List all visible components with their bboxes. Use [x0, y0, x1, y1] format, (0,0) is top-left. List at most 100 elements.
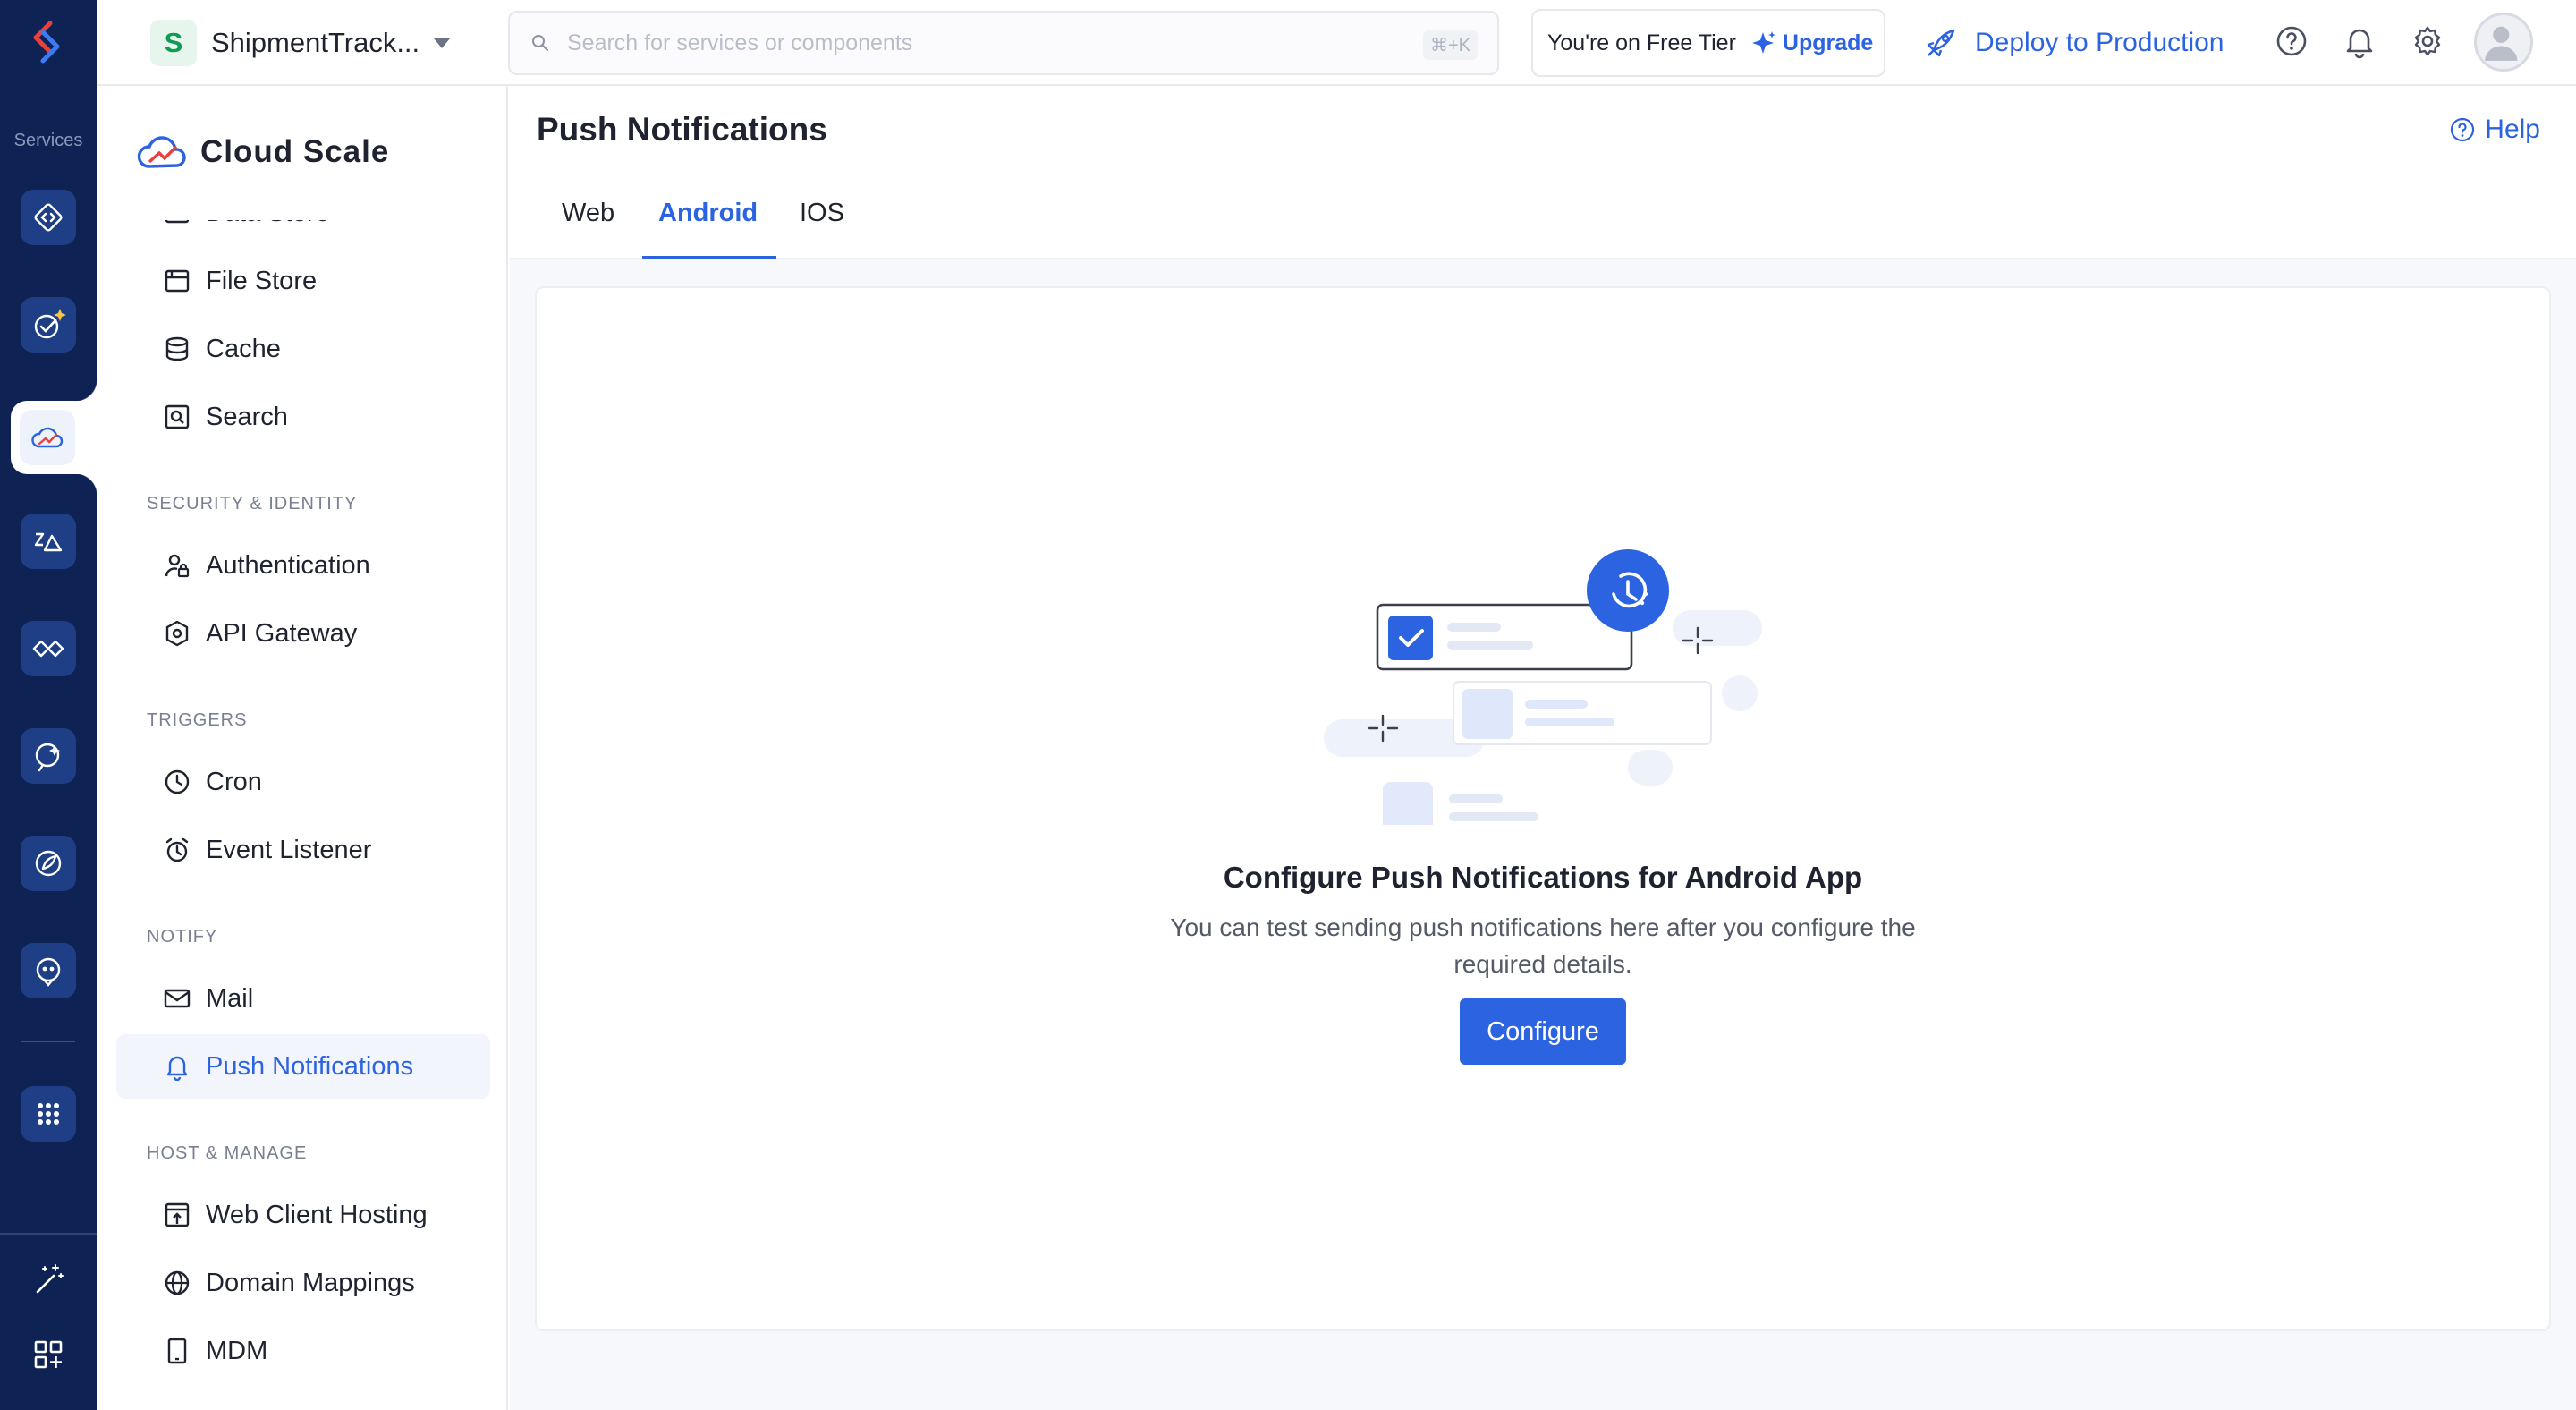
- sidebar-title: Cloud Scale: [200, 134, 390, 169]
- user-icon: [2485, 26, 2518, 61]
- sidebar-item-authentication[interactable]: Authentication: [116, 533, 490, 598]
- sidebar-item-label: Event Listener: [206, 835, 372, 864]
- sidebar-item-cache[interactable]: Cache: [116, 317, 490, 381]
- page-header: Push Notifications Help Web Android IOS: [510, 86, 2576, 259]
- rail-item-cloud-scale[interactable]: [20, 410, 75, 465]
- add-widget-icon[interactable]: [30, 1337, 66, 1372]
- rail-section-label: Services: [13, 131, 83, 150]
- cloud-scale-icon: [31, 427, 64, 448]
- tablet-icon: [167, 1338, 187, 1364]
- empty-state-description: You can test sending push notifications …: [1170, 913, 1916, 978]
- handshake-icon: [32, 640, 64, 658]
- upload-window-icon: [165, 1202, 190, 1227]
- globe-icon: [165, 1270, 190, 1295]
- search-icon: [532, 35, 548, 51]
- sidebar-item-file-store[interactable]: File Store: [116, 249, 490, 313]
- user-avatar[interactable]: [2474, 13, 2533, 72]
- rail-item-code[interactable]: [21, 190, 76, 245]
- tier-text: You're on Free Tier: [1547, 30, 1736, 55]
- apps-grid-icon: [38, 1103, 59, 1125]
- mountains-icon: [34, 532, 63, 552]
- sidebar-scroll-mask: [97, 190, 506, 220]
- sidebar-item-label: Search: [206, 402, 288, 431]
- upgrade-link[interactable]: Upgrade: [1750, 30, 1873, 56]
- sidebar-item-mail[interactable]: Mail: [116, 966, 490, 1031]
- rail-divider: [21, 1041, 75, 1042]
- sidebar-item-label: Cron: [206, 767, 262, 796]
- sidebar-header: Cloud Scale: [136, 125, 389, 179]
- sidebar-item-domain-mappings[interactable]: Domain Mappings: [116, 1251, 490, 1315]
- sidebar-item-label: Cache: [206, 334, 281, 363]
- sidebar-item-event-listener[interactable]: Event Listener: [116, 818, 490, 882]
- bot-icon: [36, 957, 61, 987]
- gateway-icon: [165, 620, 189, 647]
- rail-item-integrations[interactable]: [21, 621, 76, 676]
- notification-bell-icon[interactable]: [2342, 23, 2377, 59]
- help-link[interactable]: Help: [2449, 115, 2540, 145]
- sidebar-item-label: Push Notifications: [206, 1051, 414, 1081]
- cloud-scale-icon: [137, 136, 186, 168]
- catalyst-logo-icon[interactable]: [23, 18, 73, 68]
- search-shortcut: ⌘+K: [1422, 30, 1478, 60]
- help-circle-icon[interactable]: [2274, 23, 2309, 59]
- sparkle-chat-icon: [35, 743, 60, 772]
- sidebar-item-push-notifications[interactable]: Push Notifications: [116, 1034, 490, 1099]
- search-bar[interactable]: ⌘+K: [508, 11, 1499, 75]
- tab-ios[interactable]: IOS: [800, 199, 844, 228]
- sidebar-item-cron[interactable]: Cron: [116, 750, 490, 814]
- sidebar-item-search[interactable]: Search: [116, 385, 490, 449]
- bell-icon: [166, 1056, 188, 1081]
- magic-wand-icon[interactable]: [30, 1261, 66, 1297]
- deploy-button[interactable]: Deploy to Production: [1925, 18, 2224, 68]
- rail-item-zia[interactable]: [21, 514, 76, 569]
- chevron-down-icon: [434, 38, 451, 48]
- empty-state-card: Configure Push Notifications for Android…: [535, 286, 2551, 1331]
- section-triggers: TRIGGERS: [147, 710, 248, 730]
- tab-web[interactable]: Web: [562, 199, 614, 228]
- rocket-icon: [1927, 29, 1955, 57]
- configure-button[interactable]: Configure: [1460, 998, 1626, 1065]
- user-lock-icon: [165, 554, 190, 578]
- sidebar-item-label: File Store: [206, 266, 318, 295]
- page-title: Push Notifications: [537, 111, 827, 148]
- rail-item-qa[interactable]: [21, 297, 76, 352]
- sidebar-item-api-gateway[interactable]: API Gateway: [116, 601, 490, 666]
- cache-icon: [165, 336, 189, 361]
- upgrade-label: Upgrade: [1782, 30, 1874, 55]
- help-label: Help: [2485, 115, 2540, 144]
- active-tab-indicator: [642, 256, 776, 259]
- rail-item-all-services[interactable]: [21, 1086, 76, 1142]
- deploy-label: Deploy to Production: [1975, 28, 2224, 57]
- push-notification-illustration: [1324, 549, 1762, 825]
- sparkle-icon: [1751, 31, 1775, 54]
- project-name: ShipmentTrack...: [211, 27, 420, 58]
- top-header: S ShipmentTrack... ⌘+K You're on Free Ti…: [97, 0, 2576, 86]
- rail-item-bots[interactable]: [21, 943, 76, 998]
- main-content: Push Notifications Help Web Android IOS: [510, 86, 2576, 1410]
- settings-gear-icon[interactable]: [2410, 23, 2445, 59]
- sidebar-item-mdm[interactable]: MDM: [116, 1319, 490, 1383]
- sidebar-item-label: Web Client Hosting: [206, 1200, 428, 1229]
- project-avatar: S: [150, 20, 197, 66]
- sidebar-item-label: API Gateway: [206, 618, 358, 648]
- sidebar: Data Store Cloud Scale File Store Cache …: [97, 86, 508, 1410]
- section-notify: NOTIFY: [147, 927, 218, 947]
- sidebar-item-label: Domain Mappings: [206, 1268, 415, 1297]
- code-brackets-icon: [34, 203, 63, 232]
- sidebar-item-web-client-hosting[interactable]: Web Client Hosting: [116, 1183, 490, 1247]
- rocket-icon: [35, 850, 62, 877]
- mail-icon: [164, 989, 191, 1008]
- alarm-icon: [165, 837, 189, 862]
- project-selector[interactable]: S ShipmentTrack...: [150, 18, 451, 68]
- check-sparkle-icon: [34, 309, 66, 339]
- tier-banner: You're on Free Tier Upgrade: [1531, 9, 1885, 77]
- help-circle-icon: [2451, 117, 2475, 142]
- service-rail: Services: [0, 0, 97, 1410]
- rail-item-deploy[interactable]: [21, 836, 76, 891]
- rail-item-signals[interactable]: [21, 728, 76, 784]
- search-input[interactable]: [567, 30, 1354, 56]
- file-store-icon: [165, 269, 190, 293]
- tab-android[interactable]: Android: [658, 199, 758, 228]
- empty-state-title: Configure Push Notifications for Android…: [1223, 861, 1863, 894]
- sidebar-item-label: Authentication: [206, 550, 370, 580]
